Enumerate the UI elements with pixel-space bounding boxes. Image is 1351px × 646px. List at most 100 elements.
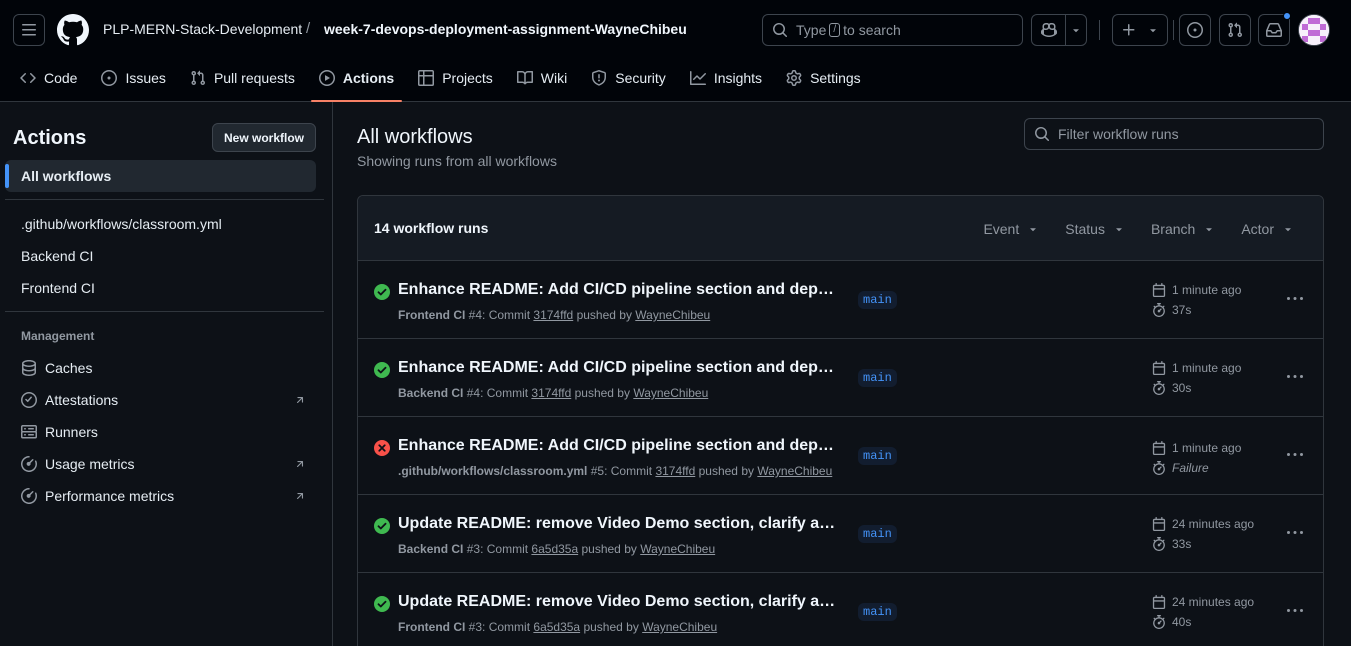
workflow-run-row[interactable]: Enhance README: Add CI/CD pipeline secti… <box>358 417 1323 495</box>
actor-link[interactable]: WayneChibeu <box>640 542 715 556</box>
tab-pull-requests[interactable]: Pull requests <box>182 62 303 94</box>
kebab-horizontal-icon <box>1287 453 1303 456</box>
event-filter-dropdown[interactable]: Event <box>983 221 1039 237</box>
workflow-run-row[interactable]: Enhance README: Add CI/CD pipeline secti… <box>358 261 1323 339</box>
search-shortcut-key: / <box>829 23 841 37</box>
sidebar-item-label: Runners <box>45 424 98 440</box>
sidebar-item-backend-ci[interactable]: Backend CI <box>5 240 316 272</box>
gear-icon <box>786 70 802 86</box>
pull-requests-shortcut-button[interactable] <box>1219 14 1251 46</box>
sidebar-item-attestations[interactable]: Attestations <box>5 384 316 416</box>
actor-link[interactable]: WayneChibeu <box>642 620 717 634</box>
workflow-run-row[interactable]: Update README: remove Video Demo section… <box>358 573 1323 646</box>
run-title-link[interactable]: Enhance README: Add CI/CD pipeline secti… <box>398 437 838 455</box>
issue-icon <box>1187 22 1203 38</box>
breadcrumb-repo[interactable]: week-7-devops-deployment-assignment-Wayn… <box>324 21 687 37</box>
run-title-link[interactable]: Update README: remove Video Demo section… <box>398 593 838 611</box>
run-title-link[interactable]: Enhance README: Add CI/CD pipeline secti… <box>398 359 838 377</box>
workflow-run-row[interactable]: Enhance README: Add CI/CD pipeline secti… <box>358 339 1323 417</box>
tab-issues[interactable]: Issues <box>93 62 173 94</box>
breadcrumb-owner[interactable]: PLP-MERN-Stack-Development <box>103 21 302 37</box>
github-logo-icon[interactable] <box>57 14 89 46</box>
branch-filter-dropdown[interactable]: Branch <box>1151 221 1215 237</box>
workflow-runs-list: 14 workflow runs Event Status Branch Act… <box>357 195 1324 646</box>
stopwatch-icon <box>1153 381 1165 395</box>
shield-icon <box>592 70 607 86</box>
menu-button[interactable] <box>13 14 45 46</box>
sidebar-item-label: Performance metrics <box>45 488 175 504</box>
runs-count: 14 workflow runs <box>374 220 489 236</box>
run-meta: Frontend CI #4: Commit 3174ffd pushed by… <box>398 308 711 322</box>
sidebar-item-runners[interactable]: Runners <box>5 416 316 448</box>
avatar[interactable] <box>1298 14 1330 46</box>
branch-badge[interactable]: main <box>858 525 897 543</box>
sidebar-item-classroom-workflow[interactable]: .github/workflows/classroom.yml <box>5 208 316 240</box>
run-title-link[interactable]: Enhance README: Add CI/CD pipeline secti… <box>398 281 838 299</box>
tab-security[interactable]: Security <box>583 62 674 94</box>
actor-link[interactable]: WayneChibeu <box>635 308 710 322</box>
tab-label: Actions <box>342 70 395 86</box>
commit-sha-link[interactable]: 6a5d35a <box>531 542 578 556</box>
actor-filter-dropdown[interactable]: Actor <box>1241 221 1294 237</box>
triangle-down-icon <box>1150 29 1156 33</box>
commit-sha-link[interactable]: 6a5d35a <box>533 620 580 634</box>
run-duration: 40s <box>1152 615 1191 629</box>
tab-code[interactable]: Code <box>12 62 85 94</box>
run-duration-label: 33s <box>1172 537 1192 551</box>
commit-label: Commit <box>488 308 531 322</box>
pull-request-icon <box>191 70 205 86</box>
stopwatch-icon <box>1153 303 1165 317</box>
run-actions-kebab-button[interactable] <box>1282 287 1308 311</box>
run-title-link[interactable]: Update README: remove Video Demo section… <box>398 515 838 533</box>
sidebar-item-performance-metrics[interactable]: Performance metrics <box>5 480 316 512</box>
global-search-input[interactable]: Type / to search <box>762 14 1023 46</box>
verified-icon <box>21 392 37 408</box>
run-actions-kebab-button[interactable] <box>1282 599 1308 623</box>
tab-actions[interactable]: Actions <box>310 62 403 102</box>
run-number: #4 <box>466 386 481 400</box>
new-workflow-button[interactable]: New workflow <box>212 123 316 152</box>
search-icon <box>1035 127 1050 142</box>
tab-insights[interactable]: Insights <box>682 62 770 94</box>
actor-link[interactable]: WayneChibeu <box>633 386 708 400</box>
create-new-button[interactable] <box>1112 14 1168 46</box>
filter-workflow-runs-input[interactable]: Filter workflow runs <box>1024 118 1324 150</box>
tab-label: Projects <box>442 70 493 86</box>
commit-sha-link[interactable]: 3174ffd <box>655 464 695 478</box>
triangle-down-icon <box>1206 227 1213 231</box>
tab-settings[interactable]: Settings <box>778 62 869 94</box>
sidebar-item-caches[interactable]: Caches <box>5 352 316 384</box>
run-timestamp: 1 minute ago <box>1152 441 1241 455</box>
run-actions-kebab-button[interactable] <box>1282 521 1308 545</box>
calendar-icon <box>1152 283 1166 297</box>
branch-badge[interactable]: main <box>858 291 897 309</box>
branch-badge[interactable]: main <box>858 447 897 465</box>
actor-link[interactable]: WayneChibeu <box>757 464 832 478</box>
branch-badge[interactable]: main <box>858 603 897 621</box>
tab-projects[interactable]: Projects <box>410 62 501 94</box>
commit-sha-link[interactable]: 3174ffd <box>531 386 571 400</box>
workflow-run-row[interactable]: Update README: remove Video Demo section… <box>358 495 1323 573</box>
repo-tabs: Code Issues Pull requests Actions Projec… <box>0 62 877 102</box>
calendar-icon <box>1152 517 1166 531</box>
run-duration: 37s <box>1152 303 1191 317</box>
sidebar-item-frontend-ci[interactable]: Frontend CI <box>5 272 316 304</box>
run-actions-kebab-button[interactable] <box>1282 443 1308 467</box>
run-actions-kebab-button[interactable] <box>1282 365 1308 389</box>
copilot-dropdown[interactable] <box>1066 15 1086 45</box>
filter-label: Status <box>1065 220 1105 237</box>
calendar-icon <box>1152 361 1166 375</box>
pushed-by-label: pushed by <box>574 386 630 400</box>
branch-badge[interactable]: main <box>858 369 897 387</box>
sidebar-item-all-workflows[interactable]: All workflows <box>5 160 316 192</box>
run-duration: Failure <box>1152 461 1209 475</box>
pushed-by-label: pushed by <box>581 542 637 556</box>
copilot-button[interactable] <box>1032 15 1066 45</box>
sidebar-item-usage-metrics[interactable]: Usage metrics <box>5 448 316 480</box>
commit-sha-link[interactable]: 3174ffd <box>533 308 573 322</box>
arrow-up-right-icon <box>296 397 304 404</box>
plus-icon <box>1123 24 1135 36</box>
tab-wiki[interactable]: Wiki <box>509 62 575 94</box>
status-filter-dropdown[interactable]: Status <box>1065 221 1125 237</box>
issues-shortcut-button[interactable] <box>1179 14 1211 46</box>
